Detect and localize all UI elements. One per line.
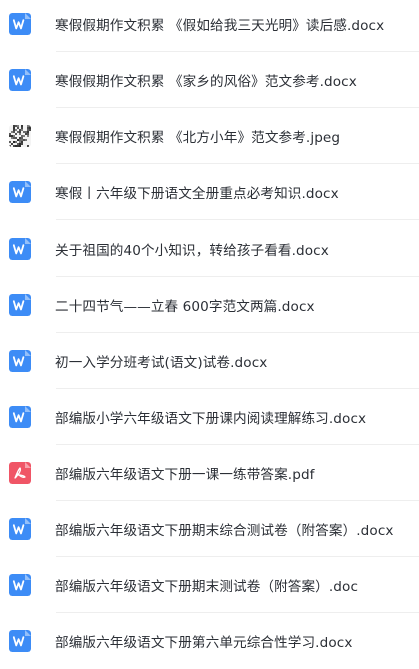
word-doc-icon	[9, 518, 31, 540]
file-list-item[interactable]: 寒假假期作文积累 《家乡的风俗》范文参考.docx	[0, 52, 419, 108]
file-name: 部编版六年级语文下册一课一练带答案.pdf	[55, 467, 315, 483]
file-name: 部编版小学六年级语文下册课内阅读理解练习.docx	[55, 411, 367, 427]
word-doc-icon	[9, 574, 31, 596]
file-name: 寒假假期作文积累 《假如给我三天光明》读后感.docx	[55, 18, 385, 34]
word-doc-icon	[9, 406, 31, 428]
file-list-item[interactable]: 部编版六年级语文下册第六单元综合性学习.docx	[0, 613, 419, 669]
file-list-item[interactable]: 部编版六年级语文下册期末测试卷（附答案）.doc	[0, 557, 419, 613]
file-list-item[interactable]: 部编版小学六年级语文下册课内阅读理解练习.docx	[0, 389, 419, 445]
word-doc-icon	[9, 69, 31, 91]
file-list-item[interactable]: 寒假丨六年级下册语文全册重点必考知识.docx	[0, 164, 419, 220]
file-name: 寒假丨六年级下册语文全册重点必考知识.docx	[55, 186, 339, 202]
file-list: 寒假假期作文积累 《假如给我三天光明》读后感.docx 寒假假期作文积累 《家乡的…	[0, 0, 419, 667]
pdf-icon	[9, 462, 31, 484]
file-name: 初一入学分班考试(语文)试卷.docx	[55, 355, 268, 371]
word-doc-icon	[9, 630, 31, 652]
word-doc-icon	[9, 294, 31, 316]
word-doc-icon	[9, 350, 31, 372]
file-name: 二十四节气——立春 600字范文两篇.docx	[55, 299, 315, 315]
word-doc-icon	[9, 181, 31, 203]
file-list-item[interactable]: 寒假假期作文积累 《北方小年》范文参考.jpeg	[0, 108, 419, 164]
word-doc-icon	[9, 238, 31, 260]
file-list-item[interactable]: 部编版六年级语文下册期末综合测试卷（附答案）.docx	[0, 501, 419, 557]
file-name: 部编版六年级语文下册第六单元综合性学习.docx	[55, 635, 353, 651]
file-list-item[interactable]: 寒假假期作文积累 《假如给我三天光明》读后感.docx	[0, 0, 419, 52]
file-name: 寒假假期作文积累 《家乡的风俗》范文参考.docx	[55, 74, 357, 90]
file-list-item[interactable]: 初一入学分班考试(语文)试卷.docx	[0, 333, 419, 389]
file-name: 关于祖国的40个小知识，转给孩子看看.docx	[55, 243, 329, 259]
file-list-item[interactable]: 部编版六年级语文下册一课一练带答案.pdf	[0, 445, 419, 501]
file-name: 部编版六年级语文下册期末综合测试卷（附答案）.docx	[55, 523, 394, 539]
image-thumbnail-icon	[9, 125, 31, 147]
file-list-item[interactable]: 关于祖国的40个小知识，转给孩子看看.docx	[0, 221, 419, 277]
file-name: 寒假假期作文积累 《北方小年》范文参考.jpeg	[55, 130, 341, 146]
word-doc-icon	[9, 13, 31, 35]
file-name: 部编版六年级语文下册期末测试卷（附答案）.doc	[55, 579, 359, 595]
file-list-item[interactable]: 二十四节气——立春 600字范文两篇.docx	[0, 277, 419, 333]
